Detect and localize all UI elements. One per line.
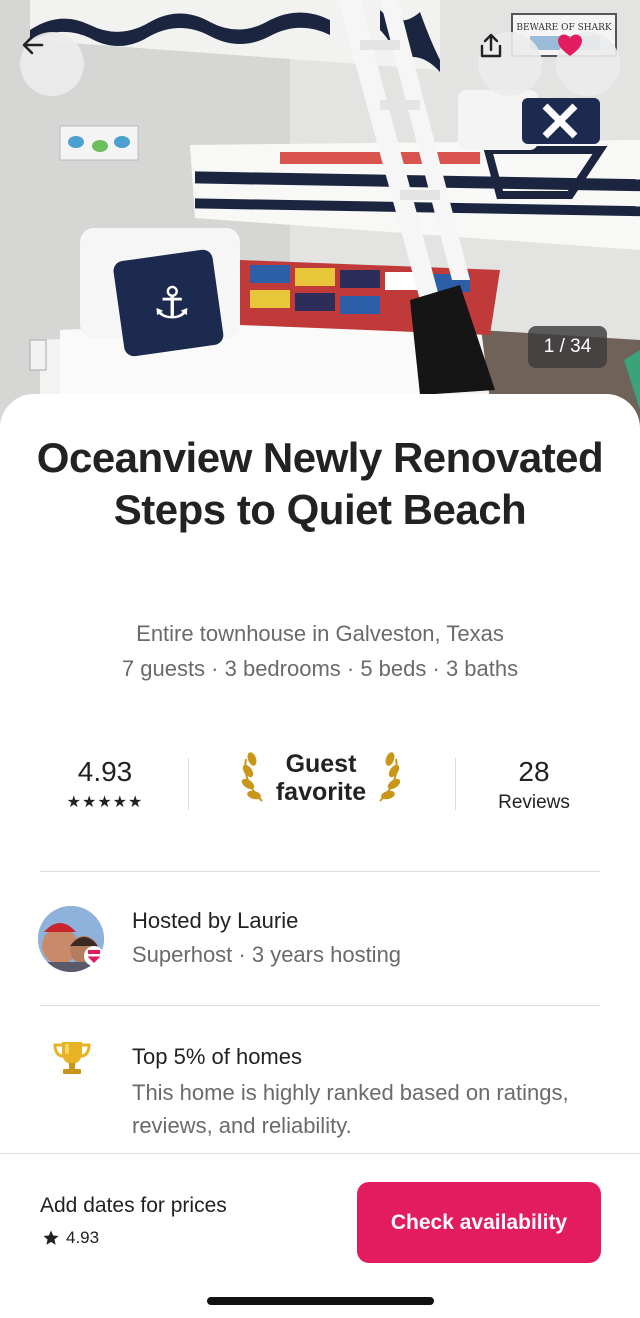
listing-subtitle: Entire townhouse in Galveston, Texas 7 g… <box>30 616 610 686</box>
listing-photo[interactable]: BEWARE OF SHARK ⚓ 1 / 34 <box>0 0 640 430</box>
trophy-icon <box>53 1042 91 1074</box>
share-button[interactable] <box>478 32 542 96</box>
star-icon <box>43 1230 59 1245</box>
guest-favorite-badge[interactable]: Guest favorite <box>222 750 420 806</box>
section-divider <box>40 1005 600 1006</box>
stat-divider <box>455 758 456 810</box>
back-button[interactable] <box>20 32 84 96</box>
superhost-badge-icon <box>84 946 104 966</box>
reviews-label: Reviews <box>498 792 570 813</box>
svg-text:⚓: ⚓ <box>152 278 191 329</box>
highlight-description: This home is highly ranked based on rati… <box>132 1080 569 1138</box>
share-icon <box>480 33 502 58</box>
laurel-left-icon <box>241 752 263 802</box>
reviews-count: 28 <box>518 756 550 787</box>
guest-favorite-line1: Guest <box>285 750 357 778</box>
heart-icon <box>558 34 582 56</box>
footer-rating-value: 4.93 <box>66 1228 100 1247</box>
host-status: Superhost · 3 years hosting <box>132 942 402 967</box>
host-name[interactable]: Hosted by Laurie <box>132 908 298 934</box>
guest-favorite-label: Guest favorite <box>276 750 366 806</box>
photo-counter: 1 / 34 <box>528 326 607 368</box>
arrow-left-icon <box>22 35 44 55</box>
favorite-button[interactable] <box>556 32 620 96</box>
rating-stars: ★★★★★ <box>66 794 144 811</box>
listing-details: 7 guests · 3 bedrooms · 5 beds · 3 baths <box>121 656 519 681</box>
reviews-stat[interactable]: 28 Reviews <box>474 756 594 814</box>
listing-type-location: Entire townhouse in Galveston, Texas <box>136 621 504 646</box>
guest-favorite-line2: favorite <box>275 778 367 806</box>
rating-stat[interactable]: 4.93 ★★★★★ <box>40 756 170 812</box>
highlight-title: Top 5% of homes <box>132 1044 302 1069</box>
check-availability-button[interactable]: Check availability <box>357 1182 601 1263</box>
home-indicator[interactable] <box>207 1297 434 1305</box>
laurel-right-icon <box>379 752 401 802</box>
listing-title: Oceanview Newly Renovated Steps to Quiet… <box>36 434 604 533</box>
section-divider <box>40 871 600 872</box>
stat-divider <box>188 758 189 810</box>
booking-footer: Add dates for prices 4.93 Check availabi… <box>0 1153 640 1318</box>
rating-value: 4.93 <box>77 756 133 787</box>
footer-rating: 4.93 <box>42 1228 99 1248</box>
add-dates-prompt[interactable]: Add dates for prices <box>40 1194 227 1218</box>
